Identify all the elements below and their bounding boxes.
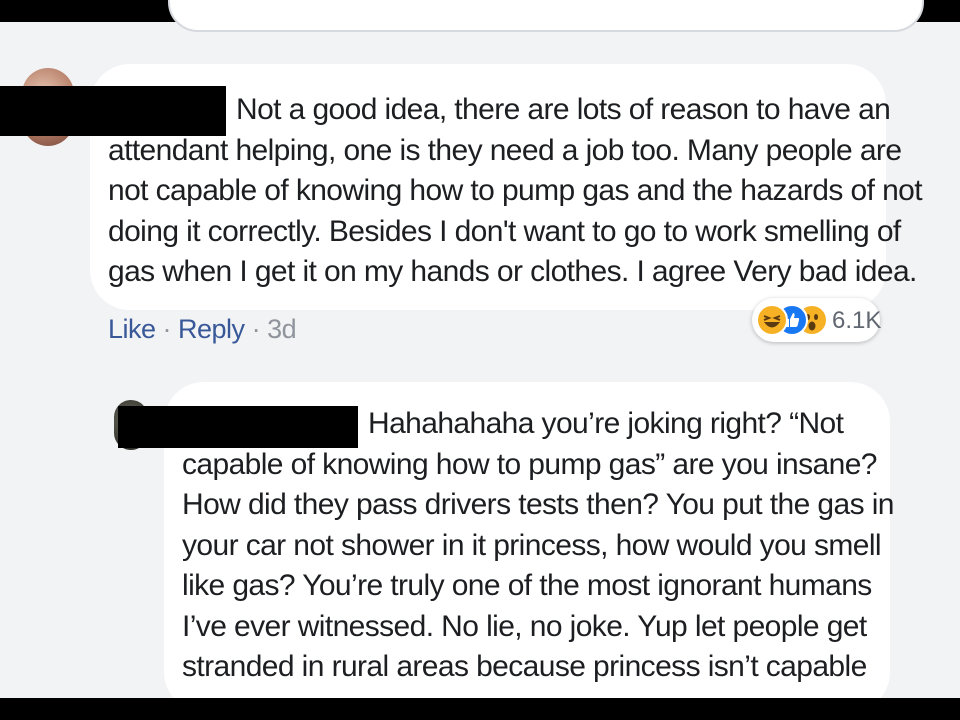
reply-line: like gas? You’re truly one of the most i…	[182, 569, 872, 602]
comment-line: not capable of knowing how to pump gas a…	[108, 174, 923, 207]
reply-line: stranded in rural areas because princess…	[182, 650, 867, 683]
separator: ·	[244, 314, 268, 344]
reaction-count: 6.1K	[832, 307, 882, 334]
comment-actions: Like · Reply · 3d	[108, 314, 297, 345]
comment-line: attendant helping, one is they need a jo…	[108, 133, 902, 167]
like-link[interactable]: Like	[108, 314, 156, 344]
separator: ·	[155, 314, 179, 344]
redacted-commenter-name	[0, 86, 226, 136]
redacted-reply-name	[118, 406, 358, 448]
reply-link[interactable]: Reply	[178, 314, 245, 344]
comment-line: gas when I get it on my hands or clothes…	[108, 255, 917, 288]
previous-comment-bubble	[168, 0, 924, 32]
comment-line: doing it correctly. Besides I don't want…	[108, 214, 901, 248]
reply-line: I’ve ever witnessed. No lie, no joke. Yu…	[182, 609, 867, 643]
reactions-summary[interactable]: 6.1K	[752, 298, 882, 342]
reply-line: capable of knowing how to pump gas” are …	[182, 447, 877, 481]
reply-line: How did they pass drivers tests then? Yo…	[182, 488, 894, 521]
reply-line: your car not shower in it princess, how …	[182, 528, 882, 562]
bottom-letterbox-bar	[0, 698, 960, 720]
timestamp-link[interactable]: 3d	[267, 314, 297, 344]
haha-icon	[756, 304, 788, 336]
comment-text: Not a good idea, there are lots of reaso…	[108, 90, 923, 293]
